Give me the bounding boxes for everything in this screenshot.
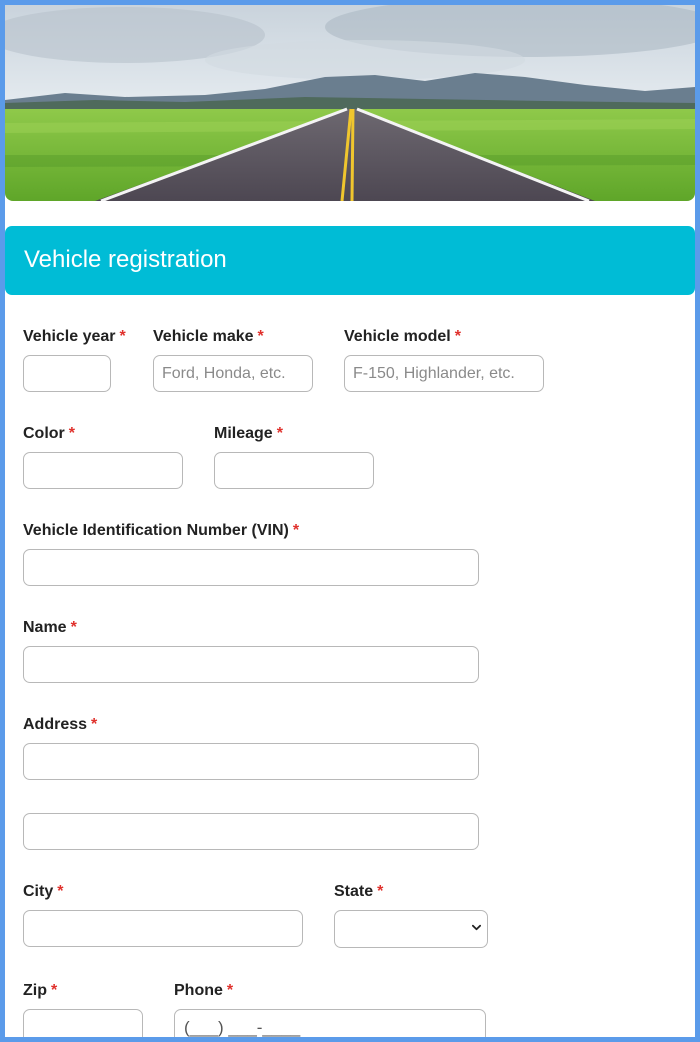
vin-input[interactable]	[23, 549, 479, 586]
form-page: Vehicle registration Vehicle year * Vehic…	[5, 5, 695, 1037]
required-marker: *	[276, 425, 283, 442]
vehicle-model-label: Vehicle model *	[344, 328, 461, 346]
zip-input[interactable]	[23, 1009, 143, 1037]
address-line2-input[interactable]	[23, 813, 479, 850]
name-label-text: Name	[23, 619, 67, 636]
phone-label-text: Phone	[174, 982, 223, 999]
name-label: Name *	[23, 619, 77, 637]
color-label-text: Color	[23, 425, 65, 442]
city-label: City *	[23, 883, 63, 901]
required-marker: *	[57, 883, 64, 900]
vehicle-make-label: Vehicle make *	[153, 328, 264, 346]
vehicle-year-label-text: Vehicle year	[23, 328, 116, 345]
state-label-text: State	[334, 883, 374, 900]
color-label: Color *	[23, 425, 75, 443]
required-marker: *	[119, 328, 126, 345]
mileage-input[interactable]	[214, 452, 374, 489]
form-header: Vehicle registration	[5, 226, 695, 295]
vehicle-year-label: Vehicle year *	[23, 328, 126, 346]
city-input[interactable]	[23, 910, 303, 947]
phone-mask: (___) ___-____	[184, 1018, 301, 1037]
vin-label: Vehicle Identification Number (VIN) *	[23, 522, 299, 540]
zip-label: Zip *	[23, 982, 57, 1000]
vehicle-model-input[interactable]	[344, 355, 544, 392]
chevron-down-icon	[472, 924, 481, 931]
name-input[interactable]	[23, 646, 479, 683]
state-select[interactable]	[334, 910, 488, 948]
mileage-label: Mileage *	[214, 425, 283, 443]
banner-image	[5, 5, 695, 201]
zip-label-text: Zip	[23, 982, 47, 999]
vehicle-make-label-text: Vehicle make	[153, 328, 254, 345]
required-marker: *	[91, 716, 98, 733]
mileage-label-text: Mileage	[214, 425, 273, 442]
phone-input[interactable]: (___) ___-____	[174, 1009, 486, 1037]
phone-label: Phone *	[174, 982, 233, 1000]
address-label-text: Address	[23, 716, 88, 733]
city-label-text: City	[23, 883, 54, 900]
address-label: Address *	[23, 716, 97, 734]
vin-label-text: Vehicle Identification Number (VIN)	[23, 522, 289, 539]
required-marker: *	[454, 328, 461, 345]
required-marker: *	[226, 982, 234, 999]
required-marker: *	[377, 883, 384, 900]
required-marker: *	[257, 328, 264, 345]
color-input[interactable]	[23, 452, 183, 489]
vehicle-year-input[interactable]	[23, 355, 111, 392]
required-marker: *	[292, 522, 300, 539]
vehicle-model-label-text: Vehicle model	[344, 328, 451, 345]
required-marker: *	[51, 982, 58, 999]
required-marker: *	[68, 425, 76, 442]
vehicle-make-input[interactable]	[153, 355, 313, 392]
address-line1-input[interactable]	[23, 743, 479, 780]
form-title: Vehicle registration	[24, 246, 227, 273]
state-label: State *	[334, 883, 383, 901]
required-marker: *	[70, 619, 77, 636]
